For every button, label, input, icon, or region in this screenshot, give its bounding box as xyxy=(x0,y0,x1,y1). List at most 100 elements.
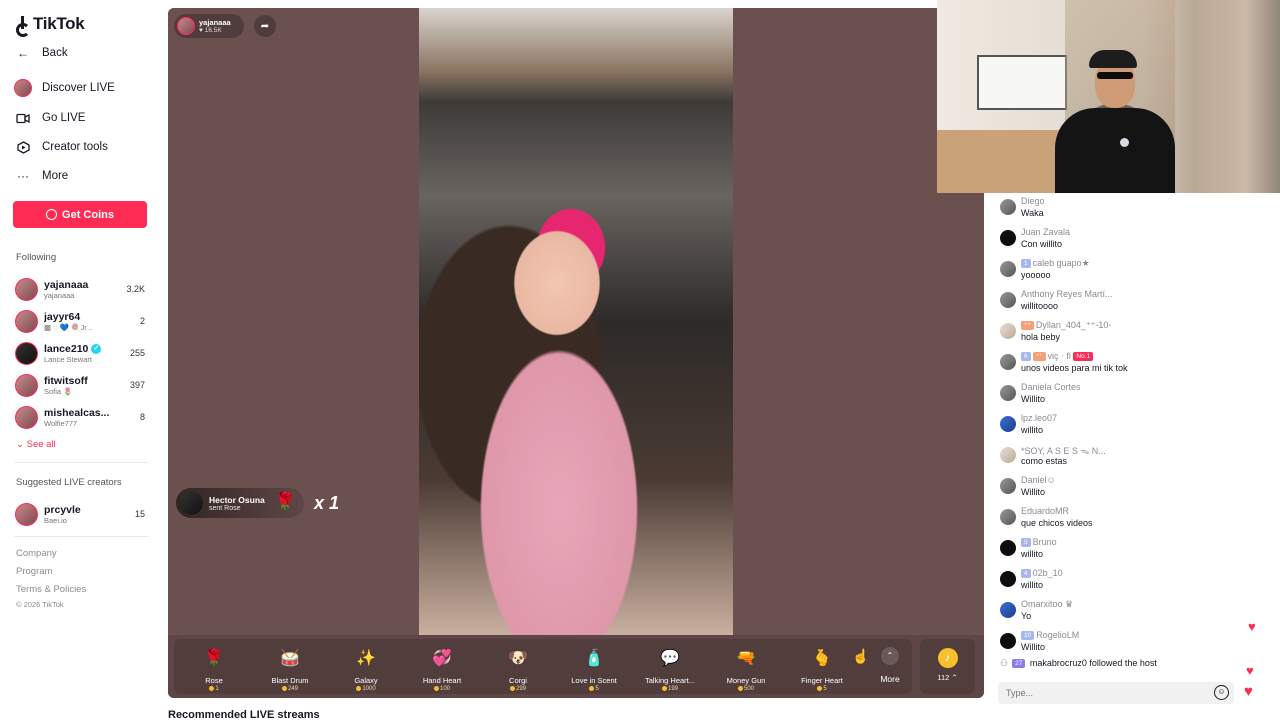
following-item[interactable]: fitwitsoff Sofia 🌷 397 xyxy=(15,371,145,399)
gift-price: 199 xyxy=(632,686,708,692)
chat-user-row: 10 RogelioLM xyxy=(1021,630,1079,641)
viewer-count: 255 xyxy=(129,348,145,358)
live-stream-player[interactable]: yajanaaa ♥ 16.5K ➦ Hector Osuna sent Ros… xyxy=(168,8,984,698)
avatar xyxy=(1000,633,1016,649)
chat-username[interactable]: Diego xyxy=(1021,196,1045,206)
chat-username[interactable]: Daniela Cortes xyxy=(1021,382,1081,392)
gift-price-value: 249 xyxy=(287,686,298,693)
copyright: © 2026 TikTok xyxy=(16,600,64,609)
gift-rose[interactable]: 🌹 Rose 1 xyxy=(176,648,252,692)
coin-icon xyxy=(817,686,823,691)
follower-username[interactable]: makabrocruz0 xyxy=(1030,658,1087,668)
footer-company-link[interactable]: Company xyxy=(16,548,57,559)
level-badge: 1 xyxy=(1021,259,1031,269)
chat-text: Waka xyxy=(1021,208,1044,218)
chat-username[interactable]: Anthony Reyes Martí... xyxy=(1021,289,1113,299)
gift-price-value: 500 xyxy=(743,686,754,693)
coin-icon xyxy=(737,686,743,691)
chat-username[interactable]: Omarxitoo ♛ xyxy=(1021,599,1073,610)
suggested-title: Suggested LIVE creators xyxy=(16,477,122,488)
host-info[interactable]: yajanaaa ♥ 16.5K xyxy=(174,14,244,38)
chat-message: 4 02b_10 willito xyxy=(1000,568,1260,596)
host-avatar xyxy=(177,17,195,35)
tiktok-logo[interactable]: TikTok xyxy=(16,14,85,37)
chat-user-row: 4 02b_10 xyxy=(1021,568,1063,579)
nav-discover-live[interactable]: Discover LIVE xyxy=(14,79,115,97)
more-gifts-button[interactable]: ⌃ More xyxy=(874,647,906,684)
gift-notification: Hector Osuna sent Rose 🌹 xyxy=(176,488,304,518)
chat-username[interactable]: caleb guapo★ xyxy=(1033,258,1090,268)
following-item[interactable]: yajanaaa yajanaaa 3.2K xyxy=(15,275,145,303)
chat-username[interactable]: 02b_10 xyxy=(1033,568,1063,578)
divider xyxy=(14,536,148,537)
chat-text: willito xyxy=(1021,425,1044,435)
gift-blast-drum[interactable]: 🥁 Blast Drum 249 xyxy=(252,648,328,692)
chat-message: Daniel☺ Willito xyxy=(1000,475,1260,503)
following-name: mishealcas... xyxy=(44,406,110,419)
chat-input-box[interactable] xyxy=(998,682,1234,704)
top-gifter-badge: No.1 xyxy=(1073,352,1094,362)
gift-money-gun[interactable]: 🔫 Money Gun 500 xyxy=(708,648,784,692)
chat-username[interactable]: RogelioLM xyxy=(1036,630,1079,640)
like-heart-icon[interactable]: ♥ xyxy=(1244,683,1253,700)
chat-username[interactable]: EduardoMR xyxy=(1021,506,1069,516)
chat-username[interactable]: Daniel☺ xyxy=(1021,475,1056,485)
gift-price-value: 5 xyxy=(823,686,827,693)
following-item[interactable]: mishealcas... Wolfie777 8 xyxy=(15,403,145,431)
creator-tools-icon xyxy=(14,138,32,156)
share-icon: ➦ xyxy=(260,20,270,32)
footer-terms-link[interactable]: Terms & Policies xyxy=(16,584,86,595)
following-name: lance210 xyxy=(44,342,89,355)
sender-name: Hector Osuna xyxy=(209,494,265,505)
following-name: fitwitsoff xyxy=(44,374,88,387)
chat-username[interactable]: Juan Zavala xyxy=(1021,227,1070,237)
recommended-live-title: Recommended LIVE streams xyxy=(168,709,320,720)
back-button[interactable]: ← Back xyxy=(14,44,68,62)
coin-balance: 112 ⌃ xyxy=(937,673,958,682)
floating-heart-icon: ♥ xyxy=(1246,663,1254,678)
share-button[interactable]: ➦ xyxy=(254,15,276,37)
chevron-down-icon: ⌄ xyxy=(16,439,27,450)
footer-program-link[interactable]: Program xyxy=(16,566,52,577)
avatar xyxy=(1000,571,1016,587)
chat-username[interactable]: viç ⋅ fl xyxy=(1048,351,1071,361)
get-coins-button[interactable]: Get Coins xyxy=(13,201,147,228)
following-title: Following xyxy=(16,252,57,263)
gift-action: sent Rose xyxy=(209,504,241,512)
chat-message: 10 RogelioLM Willito xyxy=(1000,630,1260,658)
following-item[interactable]: jayyr64 ▩ ◌ 💙 🍭Jr .. 2 xyxy=(15,307,145,335)
perfume-gift-icon: 🧴 xyxy=(584,650,604,667)
gift-galaxy[interactable]: ✨ Galaxy 1000 xyxy=(328,648,404,692)
avatar xyxy=(15,309,38,333)
coin-balance-button[interactable]: ♪ 112 ⌃ xyxy=(920,639,975,694)
chat-message: Anthony Reyes Martí... willitoooo xyxy=(1000,289,1260,317)
webcam-window xyxy=(977,55,1067,110)
nav-creator-tools[interactable]: Creator tools xyxy=(14,138,108,156)
live-video[interactable] xyxy=(419,8,733,635)
nav-go-live[interactable]: Go LIVE xyxy=(14,109,85,127)
gift-talking-heart[interactable]: 💬 Talking Heart... 199 xyxy=(632,648,708,692)
nav-more[interactable]: ··· More xyxy=(14,167,68,185)
following-item[interactable]: lance210 ✓ Lance Stewart 255 xyxy=(15,339,145,367)
chat-username[interactable]: lpz.leo07 xyxy=(1021,413,1057,423)
level-badge: 6 xyxy=(1021,352,1031,362)
suggested-item[interactable]: prcyvle Baei.io 15 xyxy=(15,500,145,528)
gift-name: Hand Heart xyxy=(422,676,462,685)
avatar xyxy=(1000,509,1016,525)
chat-username[interactable]: Bruno xyxy=(1033,537,1057,547)
gift-corgi[interactable]: 🐶 Corgi 299 xyxy=(480,648,556,692)
gift-price-value: 1 xyxy=(215,686,219,693)
live-chat-panel: Diego Waka Juan Zavala Con willito 1 cale… xyxy=(984,193,1280,720)
webcam-person-body xyxy=(1055,108,1175,193)
coin-icon xyxy=(433,686,439,691)
gift-hand-heart[interactable]: 💞 Hand Heart 100 xyxy=(404,648,480,692)
gift-love-in-scent[interactable]: 🧴 Love in Scent 5 xyxy=(556,648,632,692)
see-all-link[interactable]: ⌄ See all xyxy=(16,439,56,450)
chat-username[interactable]: Dyllan_404_⁺⁺-10- xyxy=(1036,320,1112,330)
gift-price: 1000 xyxy=(328,686,404,692)
gift-finger-heart[interactable]: 🫰 Finger Heart 5 xyxy=(784,648,860,692)
host-likes-value: 16.5K xyxy=(204,27,222,34)
avatar xyxy=(1000,478,1016,494)
emoji-icon[interactable]: ☺ xyxy=(1214,685,1229,700)
chat-input[interactable] xyxy=(998,682,1198,704)
